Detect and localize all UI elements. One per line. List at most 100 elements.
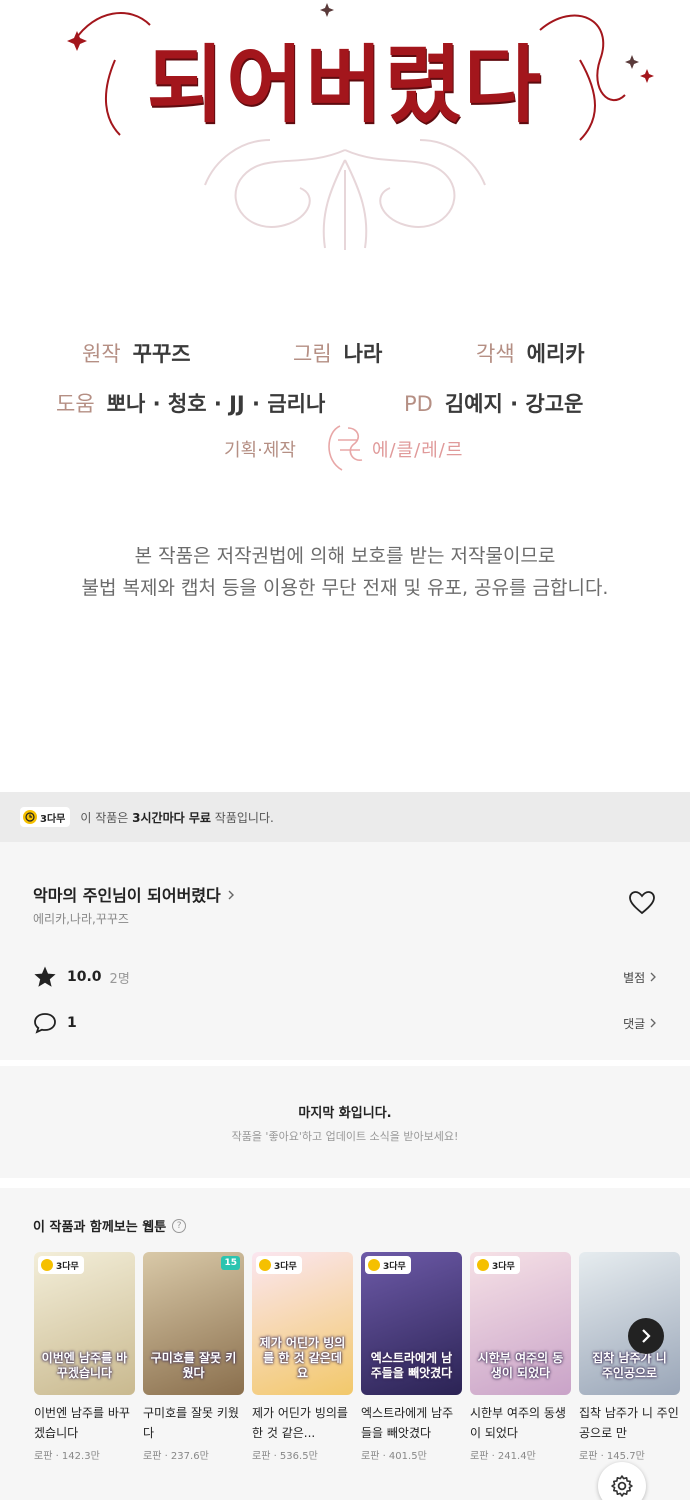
recommendation-title: 집착 남주가 니 주인공으로 만 <box>579 1406 679 1440</box>
series-info-card: 악마의 주인님이 되어버렸다 에리카,나라,꾸꾸즈 10.0 2명 별점 1 댓… <box>0 842 690 1060</box>
clock-icon <box>259 1259 271 1271</box>
credit-pd-label: PD <box>404 392 433 416</box>
credit-assist: 도움 뽀나 · 청호 · JJ · 금리나 <box>56 388 325 418</box>
free-badge: 3다무 <box>20 807 71 827</box>
free-badge-label: 3다무 <box>40 813 66 825</box>
recommendation-thumbnail: 3다무시한부 여주의 동생이 되었다 <box>470 1252 571 1395</box>
last-episode-notice: 마지막 화입니다. 작품을 '좋아요'하고 업데이트 소식을 받아보세요! <box>0 1066 690 1178</box>
comment-link[interactable]: 댓글 <box>623 1015 657 1032</box>
free-badge: 3다무 <box>474 1256 520 1274</box>
chevron-right-icon <box>650 1018 656 1027</box>
credit-assist-value: 뽀나 · 청호 · JJ · 금리나 <box>106 392 326 416</box>
credit-pd: PD 김예지 · 강고운 <box>404 388 583 418</box>
rating-link-label: 별점 <box>623 970 646 985</box>
studio-name: 에/클/레/르 <box>372 440 464 461</box>
free-badge-label: 3다무 <box>383 1261 406 1272</box>
credit-adapt-label: 각색 <box>476 342 515 366</box>
recommendations-heading: 이 작품과 함께보는 웹툰 ? <box>33 1216 187 1235</box>
series-authors: 에리카,나라,꾸꾸즈 <box>33 912 129 926</box>
recommendation-meta: 로판 · 145.7만 <box>579 1451 645 1462</box>
recommendation-meta: 로판 · 237.6만 <box>143 1451 209 1462</box>
credit-adapt: 각색 에리카 <box>476 338 585 368</box>
chevron-right-icon <box>642 1329 651 1343</box>
rating-value: 10.0 <box>67 969 102 985</box>
comment-row: 1 댓글 <box>33 1010 657 1036</box>
free-info-suffix: 작품입니다. <box>214 810 274 825</box>
credit-art-value: 나라 <box>343 342 383 366</box>
recommendation-card[interactable]: 집착 남주가 니 주인공으로집착 남주가 니 주인공으로 만로판 · 145.7… <box>579 1252 680 1462</box>
series-title-link[interactable]: 악마의 주인님이 되어버렸다 <box>33 882 236 906</box>
copyright-notice: 본 작품은 저작권법에 의해 보호를 받는 저작물이므로 불법 복제와 캡처 등… <box>0 540 690 604</box>
recommendation-title: 시한부 여주의 동생이 되었다 <box>470 1406 566 1440</box>
title-art-text: 되어버렸다 <box>146 35 544 134</box>
recommendation-card[interactable]: 3다무 시한부 여주의 동생이 되었다 시한부 여주의 동생이 되었다 로판 · 24… <box>470 1252 571 1462</box>
clock-icon <box>23 810 37 824</box>
credit-studio-label: 기획·제작 <box>224 440 296 461</box>
recommendation-title: 제가 어딘가 빙의를 한 것 같은... <box>252 1406 348 1440</box>
comment-count: 1 <box>67 1015 77 1031</box>
free-badge: 3다무 <box>365 1256 411 1274</box>
title-art: 되어버렸다 <box>0 0 690 290</box>
credit-original-label: 원작 <box>82 342 121 366</box>
cover-title: 이번엔 남주를 바꾸겠습니다 <box>41 1351 128 1380</box>
cover-title: 시한부 여주의 동생이 되었다 <box>477 1351 564 1380</box>
cover-title: 엑스트라에게 남주들을 빼앗겼다 <box>370 1351 453 1380</box>
recommendation-thumbnail: 집착 남주가 니 주인공으로 <box>579 1252 680 1395</box>
credit-art: 그림 나라 <box>293 338 382 368</box>
recommendation-thumbnail: 3다무엑스트라에게 남주들을 빼앗겼다 <box>361 1252 462 1395</box>
recommendation-title: 구미호를 잘못 키웠다 <box>143 1406 239 1440</box>
free-badge: 3다무 <box>256 1256 302 1274</box>
recommendation-card[interactable]: 3다무 이번엔 남주를 바꾸겠습니다 이번엔 남주를 바꾸겠습니다 로판 · 142.… <box>34 1252 135 1462</box>
copyright-line-2: 불법 복제와 캡처 등을 이용한 무단 전재 및 유포, 공유를 금합니다. <box>81 577 609 599</box>
recommendation-meta: 로판 · 142.3만 <box>34 1451 100 1462</box>
free-info-bold: 3시간마다 무료 <box>132 810 211 825</box>
comment-link-label: 댓글 <box>623 1016 646 1031</box>
credit-adapt-value: 에리카 <box>526 342 585 366</box>
recommendation-thumbnail: 15 구미호를 잘못 키웠다 <box>143 1252 244 1395</box>
recommendation-card[interactable]: 3다무제가 어딘가 빙의를 한 것 같은데요제가 어딘가 빙의를 한 것 같은.… <box>252 1252 353 1462</box>
last-episode-subtitle: 작품을 '좋아요'하고 업데이트 소식을 받아보세요! <box>231 1130 459 1143</box>
help-icon[interactable]: ? <box>172 1218 187 1233</box>
recommendation-meta: 로판 · 536.5만 <box>252 1451 318 1462</box>
heart-icon[interactable] <box>628 890 656 916</box>
chevron-right-icon <box>228 890 235 900</box>
credit-assist-label: 도움 <box>56 392 95 416</box>
rating-count: 2명 <box>109 971 130 987</box>
clock-icon <box>41 1259 53 1271</box>
recommendation-title: 이번엔 남주를 바꾸겠습니다 <box>34 1406 130 1440</box>
cover-title: 집착 남주가 니 주인공으로 <box>592 1351 667 1380</box>
free-info-prefix: 이 작품은 <box>80 810 129 825</box>
last-episode-title: 마지막 화입니다. <box>298 1106 392 1121</box>
clock-icon <box>477 1259 489 1271</box>
recommendation-card[interactable]: 3다무 엑스트라에게 남주들을 빼앗겼다 엑스트라에게 남주들을 빼앗겼다 로판 · … <box>361 1252 462 1462</box>
credit-original-value: 꾸꾸즈 <box>132 342 191 366</box>
recommendation-thumbnail: 3다무이번엔 남주를 바꾸겠습니다 <box>34 1252 135 1395</box>
carousel-next-button[interactable] <box>628 1318 664 1354</box>
comment-icon <box>34 1013 56 1034</box>
recommendation-thumbnail: 3다무제가 어딘가 빙의를 한 것 같은데요 <box>252 1252 353 1395</box>
free-badge-label: 3다무 <box>492 1261 515 1272</box>
star-icon <box>34 966 56 987</box>
copyright-line-1: 본 작품은 저작권법에 의해 보호를 받는 저작물이므로 <box>134 545 556 567</box>
chevron-right-icon <box>650 972 656 981</box>
series-title: 악마의 주인님이 되어버렸다 <box>33 886 221 905</box>
credit-art-label: 그림 <box>293 342 332 366</box>
recommendation-title: 엑스트라에게 남주들을 빼앗겼다 <box>361 1406 454 1440</box>
free-badge: 3다무 <box>38 1256 84 1274</box>
rating-row: 10.0 2명 별점 <box>33 964 657 990</box>
recommendation-card[interactable]: 15 구미호를 잘못 키웠다 구미호를 잘못 키웠다 로판 · 237.6만 <box>143 1252 244 1462</box>
recommendation-meta: 로판 · 401.5만 <box>361 1451 427 1462</box>
cover-title: 제가 어딘가 빙의를 한 것 같은데요 <box>259 1336 346 1380</box>
free-badge-label: 3다무 <box>274 1261 297 1272</box>
recommendations-section: 이 작품과 함께보는 웹툰 ? 3다무 이번엔 남주를 바꾸겠습니다 이번엔 남주를… <box>0 1188 690 1500</box>
free-info-bar: 3다무 이 작품은 3시간마다 무료 작품입니다. <box>0 792 690 842</box>
recommendations-title: 이 작품과 함께보는 웹툰 <box>33 1220 167 1235</box>
settings-icon <box>611 1475 633 1497</box>
rating-link[interactable]: 별점 <box>623 969 657 986</box>
cover-title: 구미호를 잘못 키웠다 <box>150 1351 237 1380</box>
clock-icon <box>368 1259 380 1271</box>
free-info-text: 이 작품은 3시간마다 무료 작품입니다. <box>80 809 273 826</box>
free-badge-label: 3다무 <box>56 1261 79 1272</box>
credit-pd-value: 김예지 · 강고운 <box>444 392 584 416</box>
recommendation-meta: 로판 · 241.4만 <box>470 1451 536 1462</box>
